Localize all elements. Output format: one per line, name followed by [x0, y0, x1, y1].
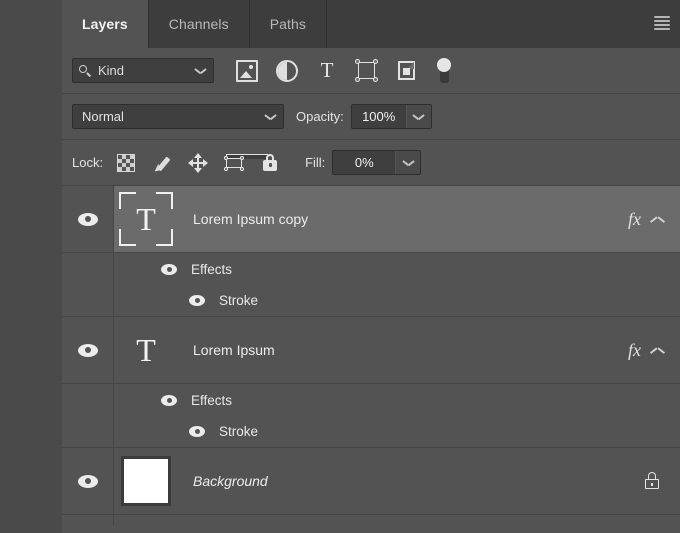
eye-icon [189, 295, 205, 306]
layer-thumbnail[interactable] [113, 448, 179, 514]
type-layer-thumbnail: T [119, 323, 173, 377]
lock-all-padlock-icon[interactable] [259, 152, 281, 174]
layer-list: T Lorem Ipsum copy fx Effects [62, 186, 680, 525]
visibility-column-divider [113, 186, 114, 525]
panel-tab-bar: Layers Channels Paths [62, 0, 680, 48]
list-item[interactable]: Stroke [62, 285, 680, 317]
eye-icon [78, 475, 98, 488]
layer-effects-fx-icon[interactable]: fx [628, 209, 641, 230]
lock-image-pixels-brush-icon[interactable] [151, 152, 173, 174]
filter-kind-value: Kind [98, 63, 124, 78]
padlock-icon[interactable] [642, 471, 662, 491]
stroke-label: Stroke [219, 293, 258, 308]
fill-field[interactable]: 0% [332, 150, 421, 175]
layer-name[interactable]: Lorem Ipsum copy [193, 211, 628, 227]
lock-artboard-nesting-icon[interactable] [223, 152, 245, 174]
opacity-field[interactable]: 100% [351, 104, 432, 129]
list-item[interactable]: Effects [62, 384, 680, 416]
chevron-down-icon[interactable] [195, 67, 206, 74]
magnifier-icon [79, 65, 91, 77]
stroke-visibility-toggle[interactable] [184, 295, 210, 306]
blend-mode-value: Normal [82, 109, 124, 124]
layer-list-empty-space [62, 515, 680, 525]
eye-icon [78, 344, 98, 357]
tab-channels-label: Channels [169, 16, 229, 32]
eye-icon [161, 264, 177, 275]
opacity-label: Opacity: [296, 109, 344, 124]
lock-transparent-pixels-icon[interactable] [115, 152, 137, 174]
layer-visibility-toggle[interactable] [62, 186, 113, 252]
effects-visibility-toggle[interactable] [156, 395, 182, 406]
chevron-up-icon[interactable] [651, 215, 664, 224]
filter-smart-object-icon[interactable] [396, 60, 418, 82]
table-row[interactable]: Background [62, 448, 680, 515]
eye-icon [189, 426, 205, 437]
type-layer-thumbnail: T [119, 192, 173, 246]
tab-paths[interactable]: Paths [250, 0, 327, 48]
lock-icon-group [115, 152, 281, 174]
stroke-label: Stroke [219, 424, 258, 439]
type-t-glyph: T [136, 334, 156, 366]
tab-layers-label: Layers [82, 16, 128, 32]
workspace-gutter [0, 0, 62, 533]
effects-label: Effects [191, 262, 232, 277]
layers-panel: Layers Channels Paths Kind T [62, 0, 680, 533]
table-row[interactable]: T Lorem Ipsum fx [62, 317, 680, 384]
filter-type-icons: T [236, 58, 452, 84]
chevron-down-icon[interactable] [265, 113, 276, 120]
filter-pixel-layers-icon[interactable] [236, 60, 258, 82]
hamburger-menu-icon[interactable] [652, 14, 672, 32]
filter-type-layers-icon[interactable]: T [316, 60, 338, 82]
effects-label: Effects [191, 393, 232, 408]
layer-visibility-toggle[interactable] [62, 317, 113, 383]
filter-enable-toggle[interactable] [436, 58, 452, 84]
eye-icon [161, 395, 177, 406]
list-item[interactable]: Effects [62, 253, 680, 285]
layer-thumbnail[interactable]: T [113, 317, 179, 383]
lock-position-move-icon[interactable] [187, 152, 209, 174]
filter-kind-select[interactable]: Kind [72, 58, 214, 83]
table-row[interactable]: T Lorem Ipsum copy fx [62, 186, 680, 253]
layer-filter-bar: Kind T [62, 48, 680, 94]
photoshop-layers-panel-screenshot: Layers Channels Paths Kind T [0, 0, 680, 533]
tab-paths-label: Paths [270, 16, 306, 32]
layer-visibility-toggle[interactable] [62, 448, 113, 514]
filter-adjustment-layers-icon[interactable] [276, 60, 298, 82]
white-solid-thumbnail [121, 456, 171, 506]
tab-layers[interactable]: Layers [62, 0, 149, 48]
tab-channels[interactable]: Channels [149, 0, 250, 48]
chevron-up-icon[interactable] [651, 346, 664, 355]
blend-mode-select[interactable]: Normal [72, 104, 284, 129]
list-item[interactable]: Stroke [62, 416, 680, 448]
lock-bar: Lock: Fill: 0% [62, 140, 680, 186]
filter-shape-layers-icon[interactable] [356, 60, 378, 82]
layer-name[interactable]: Background [193, 473, 642, 489]
fill-chevron-down-icon[interactable] [395, 151, 420, 174]
eye-icon [78, 213, 98, 226]
tab-bar-empty-space [327, 0, 680, 48]
fill-label: Fill: [305, 155, 325, 170]
layer-effects-fx-icon[interactable]: fx [628, 340, 641, 361]
opacity-value: 100% [352, 109, 406, 124]
stroke-visibility-toggle[interactable] [184, 426, 210, 437]
fill-value: 0% [333, 155, 395, 170]
opacity-chevron-down-icon[interactable] [406, 105, 431, 128]
layer-name[interactable]: Lorem Ipsum [193, 342, 628, 358]
effects-visibility-toggle[interactable] [156, 264, 182, 275]
lock-label: Lock: [72, 155, 103, 170]
type-t-glyph: T [136, 203, 156, 235]
layer-thumbnail[interactable]: T [113, 186, 179, 252]
blend-mode-bar: Normal Opacity: 100% [62, 94, 680, 140]
